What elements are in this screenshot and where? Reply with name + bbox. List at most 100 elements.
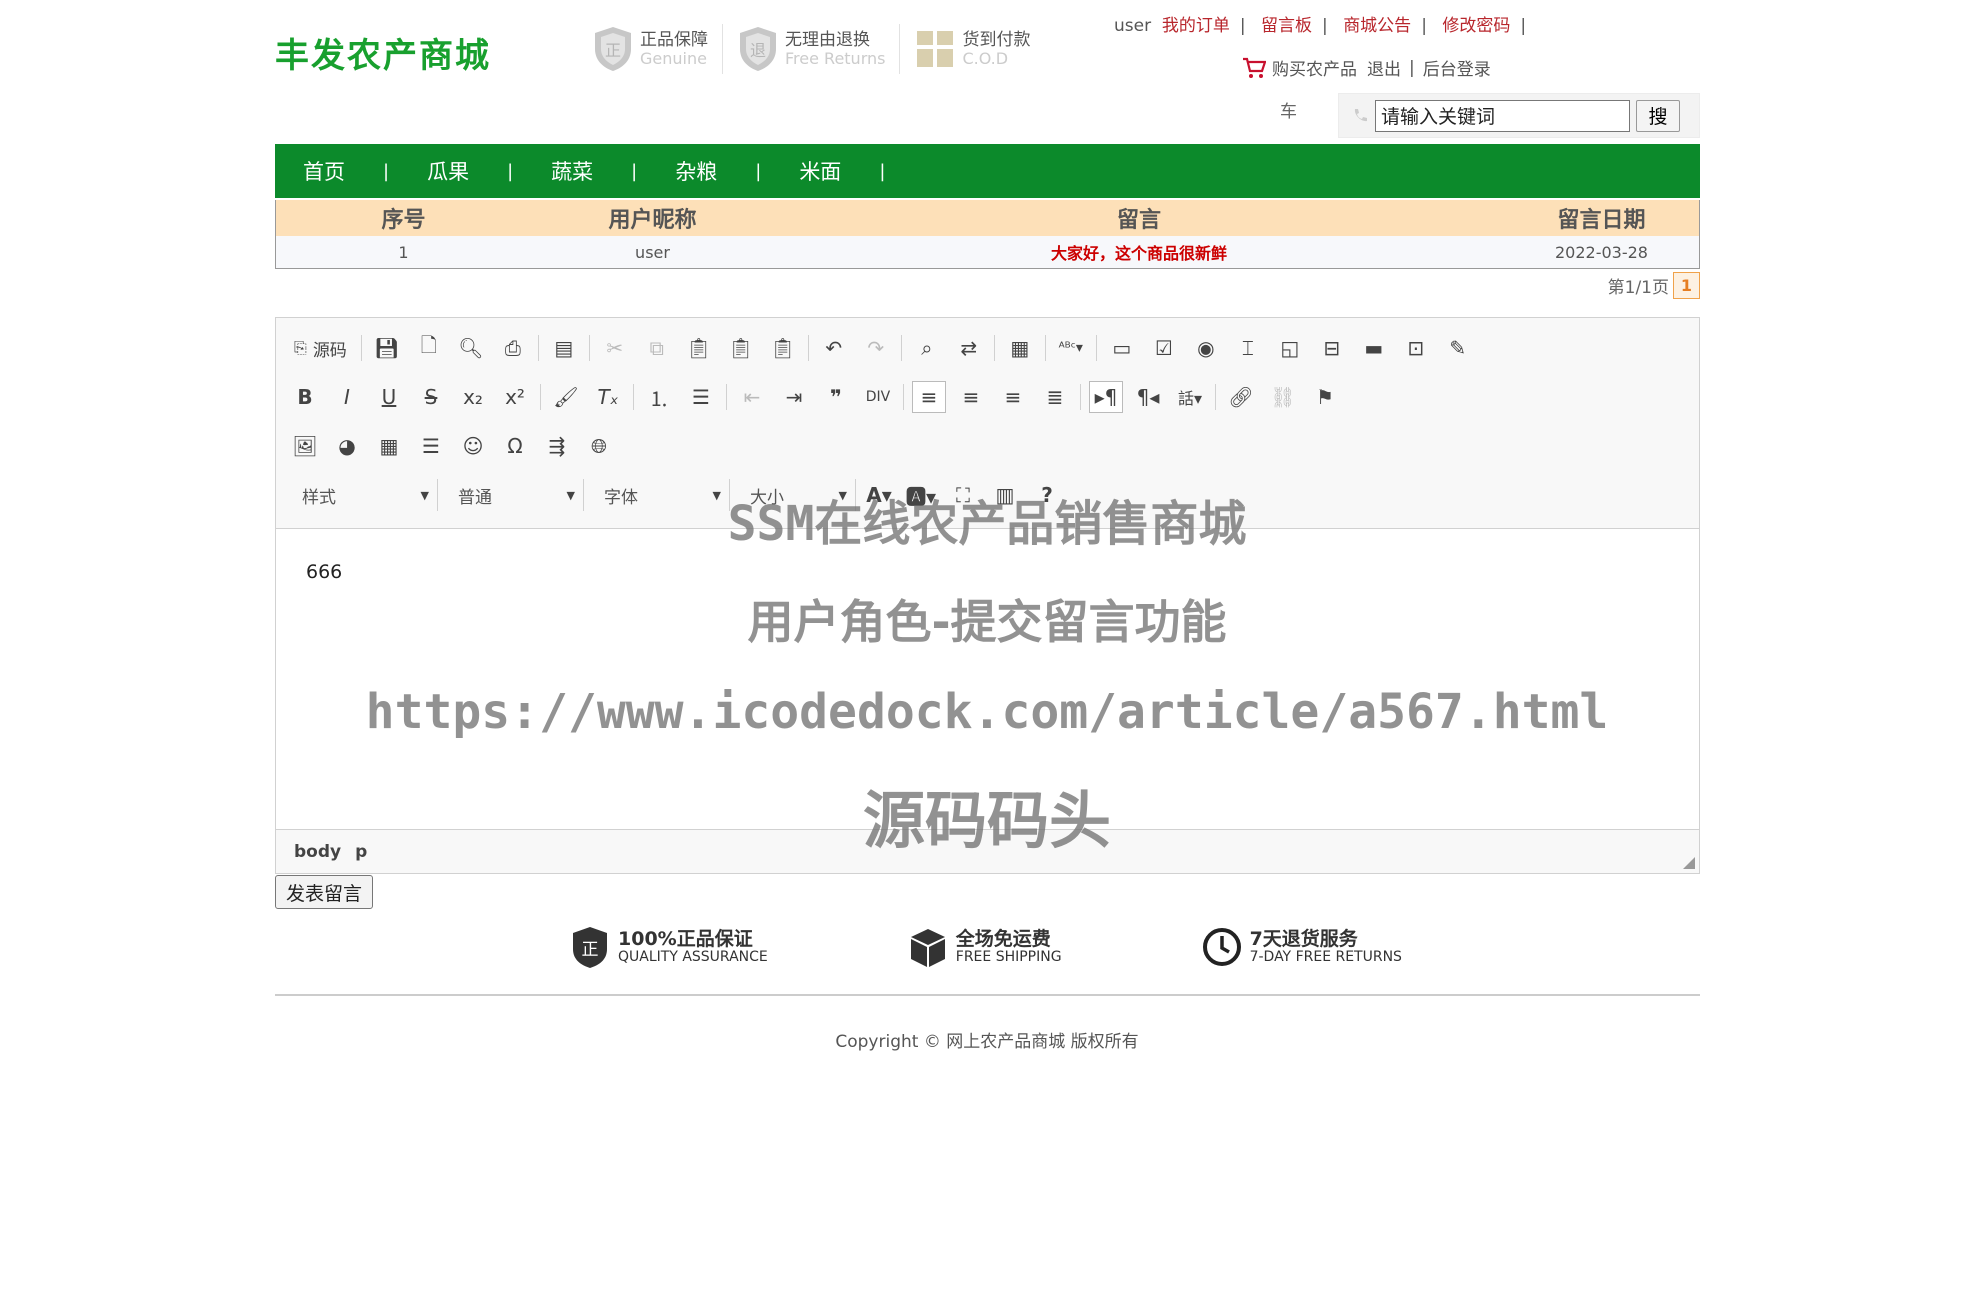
bg-color-icon[interactable]: 🅰︎▾	[904, 479, 938, 511]
user-links: 购买农产品 退出 | 后台登录	[1242, 55, 1491, 80]
ltr-icon[interactable]: ▸¶	[1089, 381, 1123, 413]
underline-icon[interactable]: U	[372, 381, 406, 413]
editor-paragraph[interactable]: 666	[306, 561, 1669, 583]
link-cart[interactable]: 购买农产品	[1272, 55, 1357, 80]
copy-format-icon[interactable]: 🖌︎	[549, 381, 583, 413]
badge-subtitle: Genuine	[640, 48, 707, 68]
nav-item-vegetables[interactable]: 蔬菜	[551, 156, 593, 186]
size-dropdown[interactable]: 大小 ▼	[736, 479, 856, 511]
text-color-icon[interactable]: A▾	[862, 479, 896, 511]
site-logo[interactable]: 丰发农产商城	[275, 28, 491, 77]
blockquote-icon[interactable]: ❞	[819, 381, 853, 413]
new-page-icon[interactable]: 🗋	[412, 332, 446, 364]
styles-dropdown[interactable]: 样式 ▼	[288, 479, 438, 511]
print-icon[interactable]: ⎙	[496, 332, 530, 364]
nav-item-fruits[interactable]: 瓜果	[427, 156, 469, 186]
align-center-icon[interactable]: ≡	[954, 381, 988, 413]
redo-icon[interactable]: ↷	[859, 332, 893, 364]
search-button[interactable]: 搜	[1636, 99, 1680, 132]
strikethrough-icon[interactable]: S	[414, 381, 448, 413]
paste-icon[interactable]: 📋︎	[682, 332, 716, 364]
nav-item-home[interactable]: 首页	[303, 156, 345, 186]
link-admin-login[interactable]: 后台登录	[1423, 55, 1491, 80]
page-break-icon[interactable]: ⇶	[540, 430, 574, 462]
path-element-body[interactable]: body	[294, 842, 341, 862]
replace-icon[interactable]: ⇄	[952, 332, 986, 364]
package-icon	[910, 929, 945, 967]
form-icon[interactable]: ▭	[1105, 332, 1139, 364]
checkbox-icon[interactable]: ☑	[1147, 332, 1181, 364]
submit-message-button[interactable]: 发表留言	[275, 875, 374, 909]
link-icon[interactable]: 🔗︎	[1224, 381, 1258, 413]
cart-label-overflow[interactable]: 车	[1280, 97, 1297, 122]
chevron-down-icon: ▼	[566, 488, 575, 502]
language-icon[interactable]: 話▾	[1173, 381, 1207, 413]
format-dropdown[interactable]: 普通 ▼	[444, 479, 584, 511]
separator: |	[507, 160, 514, 182]
source-button[interactable]: ⎘ 源码	[288, 332, 353, 364]
unlink-icon[interactable]: ⛓	[1266, 381, 1300, 413]
maximize-icon[interactable]: ⛶	[946, 479, 980, 511]
col-header-user: 用户昵称	[531, 200, 774, 236]
select-all-icon[interactable]: ▦	[1003, 332, 1037, 364]
paste-word-icon[interactable]: 📋︎	[766, 332, 800, 364]
textfield-icon[interactable]: ⌶	[1231, 332, 1265, 364]
find-icon[interactable]: ⌕	[910, 332, 944, 364]
hidden-field-icon[interactable]: ✎	[1441, 332, 1475, 364]
preview-icon[interactable]: 🔍︎	[454, 332, 488, 364]
anchor-flag-icon[interactable]: ⚑	[1308, 381, 1342, 413]
smiley-icon[interactable]: ☺	[456, 430, 490, 462]
select-icon[interactable]: ⊟	[1315, 332, 1349, 364]
nav-item-rice-flour[interactable]: 米面	[799, 156, 841, 186]
button-icon[interactable]: ▬	[1357, 332, 1391, 364]
nav-item-grains[interactable]: 杂粮	[675, 156, 717, 186]
paste-text-icon[interactable]: 📋︎	[724, 332, 758, 364]
image-button-icon[interactable]: ⊡	[1399, 332, 1433, 364]
resize-handle-icon[interactable]	[1683, 857, 1695, 869]
rtl-icon[interactable]: ¶◂	[1131, 381, 1165, 413]
show-blocks-icon[interactable]: ▥	[988, 479, 1022, 511]
flash-icon[interactable]: ◕	[330, 430, 364, 462]
link-logout[interactable]: 退出	[1367, 55, 1401, 80]
link-message-board[interactable]: 留言板	[1261, 16, 1312, 36]
div-container-icon[interactable]: DIV	[861, 381, 895, 413]
numbered-list-icon[interactable]: ⒈	[642, 381, 676, 413]
search-input[interactable]	[1375, 99, 1630, 132]
path-element-p[interactable]: p	[355, 842, 367, 862]
page-current[interactable]: 1	[1673, 272, 1700, 299]
spellcheck-icon[interactable]: ᴬᴮᶜ▾	[1054, 332, 1088, 364]
bulleted-list-icon[interactable]: ☰	[684, 381, 718, 413]
image-icon[interactable]: 🖼︎	[288, 430, 322, 462]
table-icon[interactable]: ▦	[372, 430, 406, 462]
bold-icon[interactable]: B	[288, 381, 322, 413]
radio-icon[interactable]: ◉	[1189, 332, 1223, 364]
textarea-icon[interactable]: ◱	[1273, 332, 1307, 364]
link-my-orders[interactable]: 我的订单	[1162, 16, 1230, 36]
cut-icon[interactable]: ✂	[598, 332, 632, 364]
copy-icon[interactable]: ⧉	[640, 332, 674, 364]
col-header-date: 留言日期	[1504, 200, 1699, 236]
iframe-icon[interactable]: 🌐︎	[582, 430, 616, 462]
align-left-icon[interactable]: ≡	[912, 381, 946, 413]
special-char-icon[interactable]: Ω	[498, 430, 532, 462]
remove-format-icon[interactable]: Tₓ	[591, 381, 625, 413]
italic-icon[interactable]: I	[330, 381, 364, 413]
undo-icon[interactable]: ↶	[817, 332, 851, 364]
font-dropdown[interactable]: 字体 ▼	[590, 479, 730, 511]
link-announcements[interactable]: 商城公告	[1343, 16, 1411, 36]
help-icon[interactable]: ?	[1030, 479, 1064, 511]
superscript-icon[interactable]: x²	[498, 381, 532, 413]
subscript-icon[interactable]: x₂	[456, 381, 490, 413]
link-change-password[interactable]: 修改密码	[1442, 16, 1510, 36]
justify-icon[interactable]: ≣	[1038, 381, 1072, 413]
genuine-badge-icon: 正	[573, 927, 607, 968]
templates-icon[interactable]: ▤	[547, 332, 581, 364]
horizontal-rule-icon[interactable]: ☰	[414, 430, 448, 462]
genuine-shield-icon: 正	[595, 27, 631, 71]
top-links: user 我的订单 | 留言板 | 商城公告 | 修改密码 |	[1114, 11, 1536, 36]
editor-content-area[interactable]: 666	[276, 529, 1699, 831]
save-icon[interactable]: 💾︎	[370, 332, 404, 364]
align-right-icon[interactable]: ≡	[996, 381, 1030, 413]
outdent-icon[interactable]: ⇤	[735, 381, 769, 413]
indent-icon[interactable]: ⇥	[777, 381, 811, 413]
